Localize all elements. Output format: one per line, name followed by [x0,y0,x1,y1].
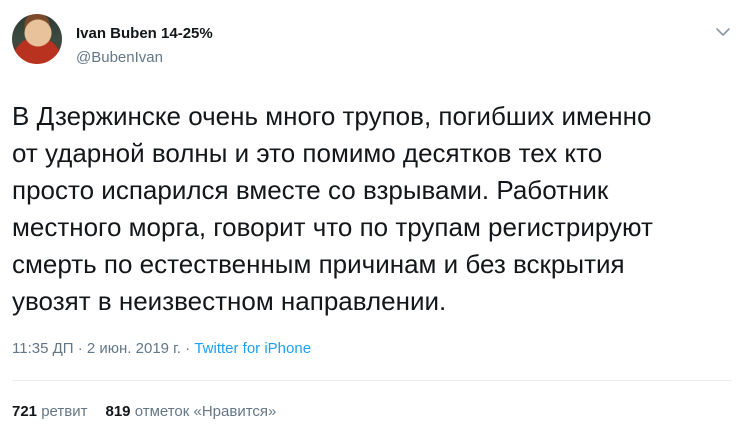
tweet-time[interactable]: 11:35 ДП [12,340,74,357]
retweets-count: 721 [12,403,38,420]
likes-label: отметок «Нравится» [134,403,277,420]
tweet-text: В Дзержинске очень много трупов, погибши… [12,98,732,320]
meta-separator: · [180,340,195,357]
tweet-line: В Дзержинске очень много трупов, погибши… [12,101,652,131]
retweets-label: ретвит [41,403,88,420]
tweet-stats: 721 ретвит 819 отметок «Нравится» [12,403,276,420]
tweet-source-link[interactable]: Twitter for iPhone [194,340,311,357]
divider [12,380,732,381]
tweet-line: от ударной волны и это помимо десятков т… [12,138,603,168]
retweets-stat[interactable]: 721 ретвит [12,403,87,420]
avatar[interactable] [12,14,62,64]
tweet-line: местного морга, говорит что по трупам ре… [12,212,653,242]
tweet-line: просто испарился вместе со взрывами. Раб… [12,175,609,205]
tweet-line: смерть по естественным причинам и без вс… [12,249,625,279]
chevron-down-icon[interactable] [715,24,731,40]
meta-separator: · [73,340,87,357]
likes-stat[interactable]: 819 отметок «Нравится» [105,403,276,420]
author-handle[interactable]: @BubenIvan [76,49,163,66]
likes-count: 819 [105,403,131,420]
tweet-meta: 11:35 ДП · 2 июн. 2019 г. · Twitter for … [12,340,311,357]
tweet-line: увозят в неизвестном направлении. [12,286,447,316]
author-name[interactable]: Ivan Buben 14-25% [76,25,213,42]
tweet-date[interactable]: 2 июн. 2019 г. [87,340,181,357]
